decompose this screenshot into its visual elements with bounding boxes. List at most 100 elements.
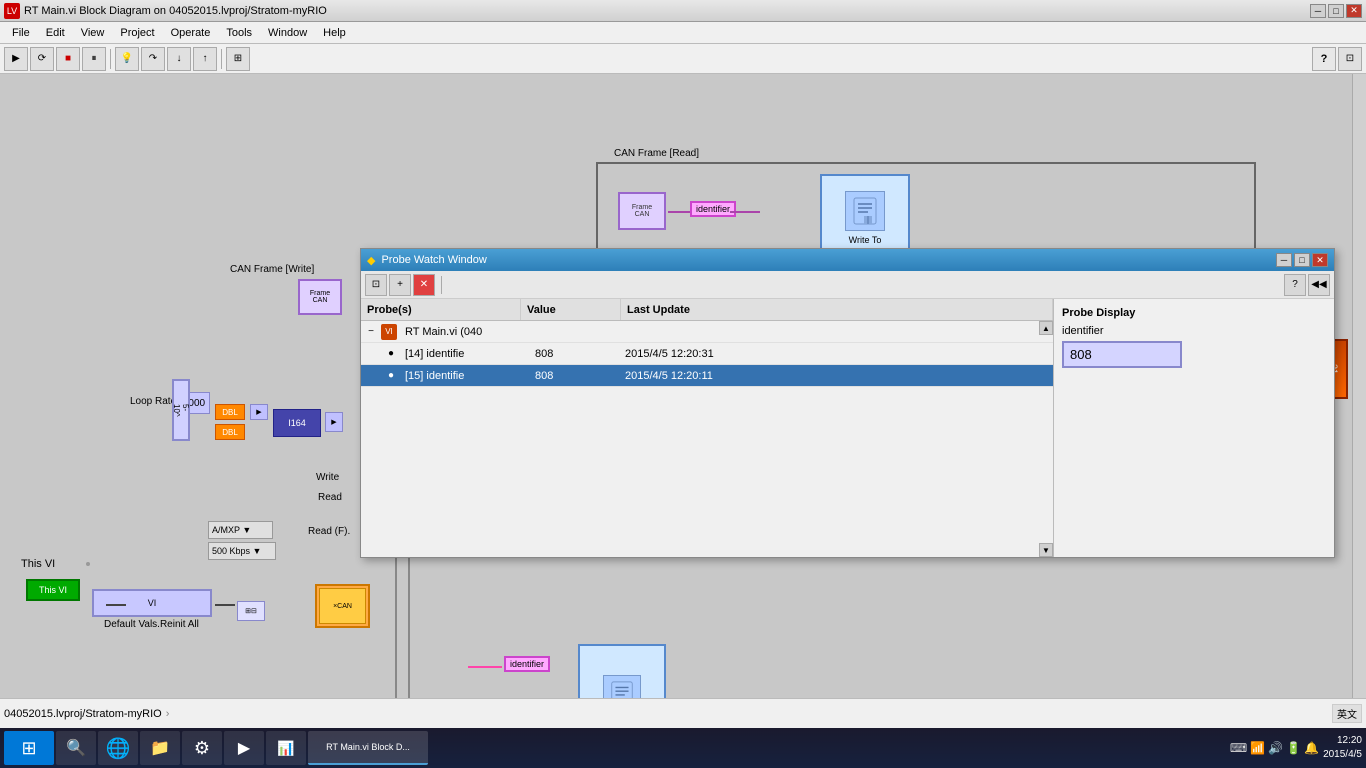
expand-icon-2[interactable]: ● [381, 370, 401, 381]
system-clock: 12:20 2015/4/5 [1323, 734, 1362, 762]
lower-can-block[interactable]: ×CAN [315, 584, 370, 628]
start-icon: ⊞ [21, 738, 36, 759]
start-button[interactable]: ⊞ [4, 731, 54, 765]
taskbar-app2[interactable]: 📊 [266, 731, 306, 765]
probe-label-1: [14] identifie [401, 348, 531, 360]
probe-toolbar: ⊡ + ✕ ? ◀◀ [361, 271, 1334, 299]
probe-restore-btn[interactable]: □ [1294, 253, 1310, 267]
probe-show-btn[interactable]: ⊡ [365, 274, 387, 296]
probe-value-2: 808 [531, 370, 621, 382]
probe-update-1: 2015/4/5 12:20:31 [621, 348, 1053, 360]
probe-scroll-up-btn[interactable]: ▲ [1039, 321, 1053, 335]
menu-bar: File Edit View Project Operate Tools Win… [0, 22, 1366, 44]
probe-help-btn[interactable]: ? [1284, 274, 1306, 296]
step-into-button[interactable]: ↓ [167, 47, 191, 71]
connector-block[interactable]: ⊞⊟ [237, 601, 265, 621]
menu-file[interactable]: File [4, 25, 38, 41]
taskbar-chrome[interactable]: ⚙ [182, 731, 222, 765]
read-label: Read [318, 492, 342, 503]
probe-scroll-down-btn[interactable]: ▼ [1039, 543, 1053, 557]
network-icon: 📶 [1250, 741, 1265, 755]
expand-icon-0[interactable]: − [361, 326, 381, 337]
probe-update-2: 2015/4/5 12:20:11 [621, 370, 1053, 382]
can-frame-write-label: CAN Frame [Write] [230, 264, 314, 275]
identifier-lower-block: identifier [504, 656, 550, 672]
notification-icon: 🔔 [1304, 741, 1319, 755]
step-over-button[interactable]: ↷ [141, 47, 165, 71]
menu-help[interactable]: Help [315, 25, 354, 41]
probe-table-header: Probe(s) Value Last Update [361, 299, 1053, 321]
wire-lower-id [468, 666, 502, 668]
convert-arrow1: ▶ [250, 404, 268, 420]
window-ctrl-button[interactable]: ⊡ [1338, 47, 1362, 71]
probe-minimize-btn[interactable]: ─ [1276, 253, 1292, 267]
this-vi-block[interactable]: This VI [26, 579, 80, 601]
probe-close-btn[interactable]: ✕ [1312, 253, 1328, 267]
vi-subblock[interactable]: VI [92, 589, 212, 617]
probe-display-value: 808 [1062, 341, 1182, 368]
probe-display-label: identifier [1062, 325, 1326, 337]
probe-label-2: [15] identifie [401, 370, 531, 382]
toolbar: ▶ ⟳ ■ ⏸ 💡 ↷ ↓ ↑ ⊞ ? ⊡ [0, 44, 1366, 74]
toolbar-sep1 [110, 49, 111, 69]
probe-watch-window: ◆ Probe Watch Window ─ □ ✕ ⊡ + ✕ ? ◀◀ Pr… [360, 248, 1335, 558]
probe-row-1[interactable]: ● [14] identifie 808 2015/4/5 12:20:31 [361, 343, 1053, 365]
run-cont-button[interactable]: ⟳ [30, 47, 54, 71]
run-button[interactable]: ▶ [4, 47, 28, 71]
taskbar-search[interactable]: 🔍 [56, 731, 96, 765]
probe-display-title: Probe Display [1062, 307, 1326, 319]
col-header-probes: Probe(s) [361, 299, 521, 320]
probe-window-controls: ─ □ ✕ [1276, 253, 1328, 267]
probe-display-panel: Probe Display identifier 808 [1054, 299, 1334, 557]
probe-add-btn[interactable]: + [389, 274, 411, 296]
expand-icon-1[interactable]: ● [381, 348, 401, 359]
wire-node1 [86, 562, 90, 566]
probe-row-0[interactable]: − VI RT Main.vi (040 [361, 321, 1053, 343]
write-meas-icon [845, 191, 885, 231]
this-vi-label: This VI [21, 558, 55, 570]
default-vals-label: Default Vals.Reinit All [104, 619, 199, 630]
step-out-button[interactable]: ↑ [193, 47, 217, 71]
vertical-scrollbar[interactable] [1352, 74, 1366, 738]
menu-tools[interactable]: Tools [218, 25, 260, 41]
menu-window[interactable]: Window [260, 25, 315, 41]
probe-delete-btn[interactable]: ✕ [413, 274, 435, 296]
dbl-box2: DBL [215, 424, 245, 440]
col-header-update: Last Update [621, 299, 1053, 320]
probe-row-2[interactable]: ● [15] identifie 808 2015/4/5 12:20:11 [361, 365, 1053, 387]
taskbar-app1[interactable]: ▶ [224, 731, 264, 765]
menu-view[interactable]: View [73, 25, 113, 41]
i164-box: I164 [273, 409, 321, 437]
pause-button[interactable]: ⏸ [82, 47, 106, 71]
probe-table-area: Probe(s) Value Last Update − VI RT Main.… [361, 299, 1054, 557]
taskbar-folder[interactable]: 📁 [140, 731, 180, 765]
can-frame-write-block[interactable]: FrameCAN [298, 279, 342, 315]
highlight-button[interactable]: 💡 [115, 47, 139, 71]
probe-table-body: − VI RT Main.vi (040 ● [14] identifie 80… [361, 321, 1053, 557]
menu-operate[interactable]: Operate [163, 25, 219, 41]
probe-window-title-bar[interactable]: ◆ Probe Watch Window ─ □ ✕ [361, 249, 1334, 271]
minimize-button[interactable]: ─ [1310, 4, 1326, 18]
taskbar-ie[interactable]: 🌐 [98, 731, 138, 765]
convert-arrow2: ▶ [325, 412, 343, 432]
taskbar: ⊞ 🔍 🌐 📁 ⚙ ▶ 📊 RT Main.vi Block D... ⌨ 📶 … [0, 728, 1366, 768]
close-button[interactable]: ✕ [1346, 4, 1362, 18]
title-bar-controls: ─ □ ✕ [1310, 4, 1362, 18]
abort-button[interactable]: ■ [56, 47, 80, 71]
amxp-dropdown[interactable]: A/MXP ▼ [208, 521, 273, 539]
sys-tray: ⌨ 📶 🔊 🔋 🔔 [1230, 741, 1319, 755]
probe-nav-btn[interactable]: ◀◀ [1308, 274, 1330, 296]
kbps-dropdown[interactable]: 500 Kbps ▼ [208, 542, 276, 560]
restore-button[interactable]: □ [1328, 4, 1344, 18]
help-button[interactable]: ? [1312, 47, 1336, 71]
menu-edit[interactable]: Edit [38, 25, 73, 41]
taskbar-labview[interactable]: RT Main.vi Block D... [308, 731, 428, 765]
status-arrow: › [166, 708, 170, 720]
menu-project[interactable]: Project [112, 25, 162, 41]
vi-icon-0: VI [381, 324, 397, 340]
cleanup-button[interactable]: ⊞ [226, 47, 250, 71]
toolbar-sep2 [221, 49, 222, 69]
labview-icon: LV [4, 3, 20, 19]
can-frame-block-read[interactable]: FrameCAN [618, 192, 666, 230]
title-bar: LV RT Main.vi Block Diagram on 04052015.… [0, 0, 1366, 22]
